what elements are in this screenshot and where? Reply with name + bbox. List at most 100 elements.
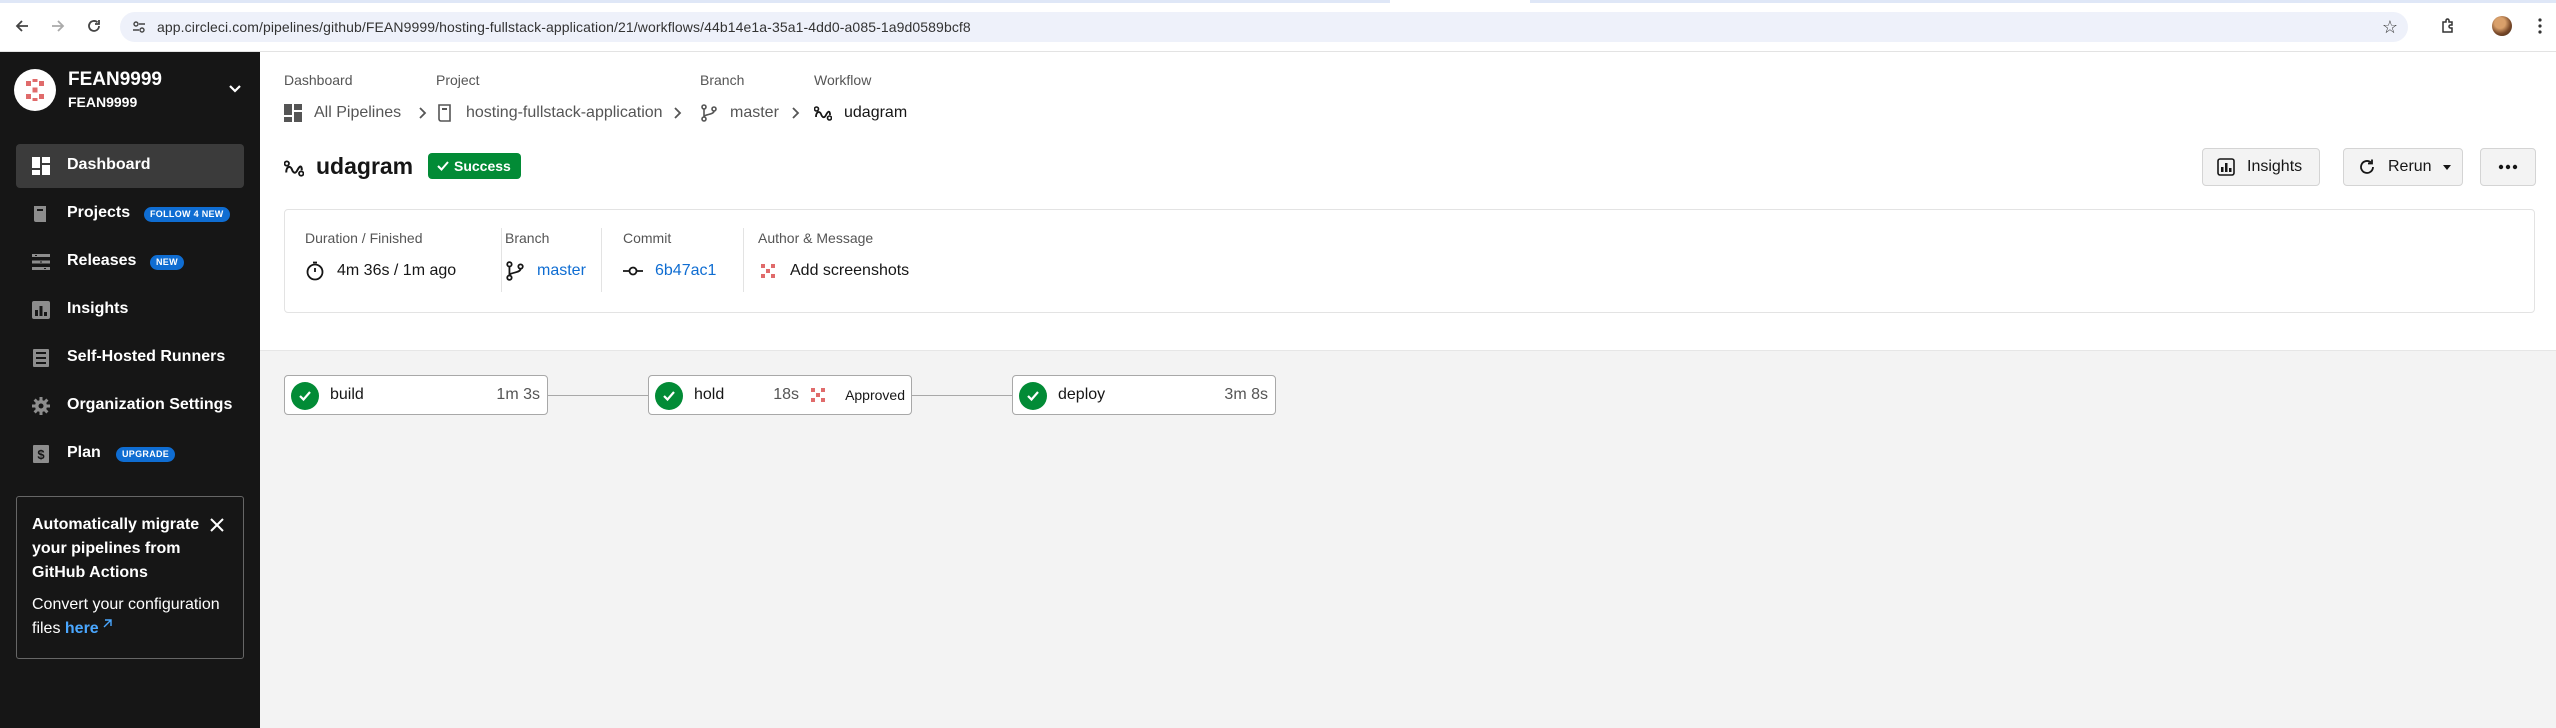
breadcrumb-label: Dashboard (284, 72, 353, 88)
org-name: FEAN9999 (68, 69, 162, 90)
promo-here-link[interactable]: here (65, 619, 112, 637)
promo-title: Automatically migrate your pipelines fro… (32, 516, 200, 581)
rerun-icon (2360, 159, 2374, 174)
status-badge: Success (428, 153, 521, 179)
project-icon (438, 104, 451, 122)
sidebar-item-label: Releases (67, 252, 137, 269)
breadcrumb-label: Workflow (814, 72, 872, 88)
workflow-icon (814, 106, 832, 121)
migration-promo: Automatically migrate your pipelines fro… (16, 496, 244, 659)
breadcrumb-value: hosting-fullstack-application (466, 104, 663, 121)
extensions-icon[interactable] (2436, 14, 2460, 38)
browser-menu-icon[interactable] (2528, 14, 2552, 38)
insights-icon (2217, 158, 2235, 176)
sidebar-item-plan[interactable]: $ Plan UPGRADE (16, 432, 244, 476)
branch-link[interactable]: master (537, 262, 586, 280)
breadcrumb-label: Project (436, 72, 480, 88)
job-deploy[interactable]: deploy 3m 8s (1012, 375, 1276, 415)
job-duration: 3m 8s (1224, 386, 1268, 403)
tab-strip (0, 0, 2556, 4)
breadcrumb-label: Branch (700, 72, 745, 88)
external-link-icon (103, 619, 112, 628)
svg-text:$: $ (37, 447, 45, 462)
upgrade-badge[interactable]: UPGRADE (116, 447, 176, 462)
more-icon (2498, 164, 2518, 170)
sidebar-item-label: Plan (67, 444, 101, 461)
site-info-icon[interactable] (132, 20, 146, 34)
divider (501, 228, 502, 292)
browser-toolbar: app.circleci.com/pipelines/github/FEAN99… (0, 0, 2556, 52)
duration-label: Duration / Finished (305, 230, 423, 246)
branch-label: Branch (505, 230, 550, 246)
author-avatar (761, 264, 775, 278)
address-bar[interactable]: app.circleci.com/pipelines/github/FEAN99… (120, 12, 2408, 42)
sidebar-item-dashboard[interactable]: Dashboard (16, 144, 244, 188)
sidebar-item-organization-settings[interactable]: Organization Settings (16, 384, 244, 428)
workflow-graph: build 1m 3s hold 18s Approved deploy 3m … (260, 350, 2556, 728)
breadcrumb-value: master (730, 104, 779, 121)
chevron-down-icon[interactable] (224, 78, 246, 100)
url-text: app.circleci.com/pipelines/github/FEAN99… (157, 19, 971, 35)
author-label: Author & Message (758, 230, 874, 246)
sidebar-item-insights[interactable]: Insights (16, 288, 244, 332)
projects-icon (34, 206, 46, 222)
sidebar-item-label: Projects (67, 204, 131, 221)
job-build[interactable]: build 1m 3s (284, 375, 548, 415)
workflow-header: udagram Success Insights Rerun (260, 148, 2556, 188)
chevron-right-icon (792, 107, 800, 119)
org-subtitle: FEAN9999 (68, 94, 138, 110)
insights-button[interactable]: Insights (2202, 148, 2320, 186)
approver-avatar (811, 388, 825, 402)
chevron-right-icon (419, 107, 427, 119)
status-text: Success (454, 158, 511, 174)
job-duration: 18s (773, 386, 799, 403)
commit-icon (623, 266, 643, 276)
job-name: hold (694, 386, 725, 403)
org-avatar (14, 69, 56, 111)
commit-label: Commit (623, 230, 672, 246)
workflow-summary: Duration / Finished 4m 36s / 1m ago Bran… (284, 209, 2535, 313)
dashboard-icon (32, 157, 50, 175)
profile-avatar[interactable] (2490, 14, 2514, 38)
promo-body-text: Convert your configuration files (32, 596, 220, 637)
check-icon (437, 161, 449, 171)
follow-badge[interactable]: FOLLOW 4 NEW (144, 207, 230, 222)
job-name: deploy (1058, 386, 1106, 403)
timer-icon (306, 261, 324, 281)
divider (601, 228, 602, 292)
approved-label: Approved (845, 387, 905, 403)
branch-icon (506, 261, 524, 281)
chevron-down-icon (2442, 165, 2451, 170)
success-icon (655, 382, 683, 410)
rerun-label: Rerun (2388, 158, 2432, 175)
breadcrumb: Dashboard All Pipelines Project hosting-… (260, 52, 1460, 132)
promo-body: Convert your configuration files here (32, 593, 232, 641)
sidebar-item-label: Organization Settings (67, 396, 233, 413)
reload-icon[interactable] (82, 14, 106, 38)
job-connector (912, 395, 1022, 396)
job-duration: 1m 3s (496, 386, 540, 403)
dashboard-icon (284, 104, 302, 122)
rerun-button[interactable]: Rerun (2343, 148, 2463, 186)
success-icon (1019, 382, 1047, 410)
sidebar-item-label: Insights (67, 300, 129, 317)
branch-icon (701, 104, 717, 122)
sidebar-item-releases[interactable]: Releases NEW (16, 240, 244, 284)
org-switcher[interactable]: FEAN9999 FEAN9999 (14, 66, 246, 114)
forward-icon[interactable] (46, 14, 70, 38)
more-actions-button[interactable] (2480, 148, 2536, 186)
commit-link[interactable]: 6b47ac1 (655, 262, 716, 280)
releases-icon (32, 254, 50, 270)
main-content: Dashboard All Pipelines Project hosting-… (260, 52, 2556, 728)
job-hold[interactable]: hold 18s Approved (648, 375, 912, 415)
sidebar: FEAN9999 FEAN9999 Dashboard Projects FOL… (0, 52, 260, 728)
runners-icon (33, 349, 49, 367)
breadcrumb-value: udagram (844, 104, 908, 121)
new-badge: NEW (150, 255, 184, 270)
sidebar-item-self-hosted-runners[interactable]: Self-Hosted Runners (16, 336, 244, 380)
sidebar-item-projects[interactable]: Projects FOLLOW 4 NEW (16, 192, 244, 236)
job-connector (548, 395, 658, 396)
back-icon[interactable] (10, 14, 34, 38)
close-icon[interactable] (209, 517, 225, 533)
bookmark-star-icon[interactable]: ☆ (2382, 17, 2398, 38)
